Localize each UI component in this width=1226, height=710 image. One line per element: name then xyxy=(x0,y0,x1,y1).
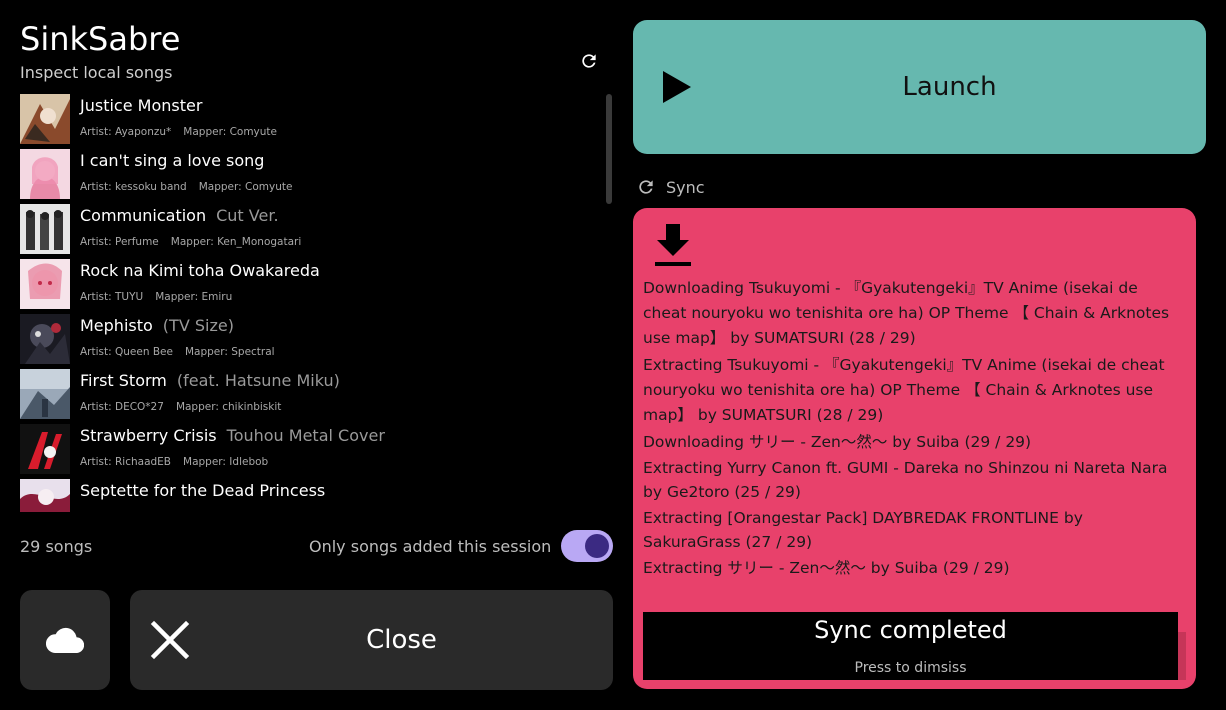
song-list-scrollbar[interactable] xyxy=(606,94,612,204)
song-row[interactable]: Rock na Kimi toha Owakareda Artist: TUYU… xyxy=(20,259,600,314)
song-cover xyxy=(20,149,70,199)
song-subtitle: Cut Ver. xyxy=(216,206,279,225)
song-meta: Artist: Ayaponzu* Mapper: Comyute xyxy=(80,126,277,138)
song-mapper: Mapper: chikinbiskit xyxy=(175,401,282,413)
sync-log: Downloading Tsukuyomi - 『Gyakutengeki』TV… xyxy=(643,276,1183,582)
log-entry: Extracting Yurry Canon ft. GUMI - Dareka… xyxy=(643,459,1168,501)
log-entry: Extracting サリー - Zen～然～ by Suiba (29 / 2… xyxy=(643,559,1010,577)
song-meta: Artist: kessoku band Mapper: Comyute xyxy=(80,181,292,193)
song-row[interactable]: I can't sing a love song Artist: kessoku… xyxy=(20,149,600,204)
song-meta: Artist: Perfume Mapper: Ken_Monogatari xyxy=(80,236,301,248)
cloud-button[interactable] xyxy=(20,590,110,690)
song-title: Mephisto (TV Size) xyxy=(80,316,234,335)
cloud-icon xyxy=(46,627,84,653)
song-mapper: Mapper: Comyute xyxy=(183,126,278,138)
download-icon xyxy=(655,224,691,266)
song-row[interactable]: Septette for the Dead Princess xyxy=(20,479,600,512)
launch-button[interactable]: Launch xyxy=(633,20,1206,154)
song-meta: Artist: RichaadEB Mapper: Idlebob xyxy=(80,456,268,468)
refresh-icon xyxy=(582,54,596,68)
song-cover xyxy=(20,369,70,419)
launch-button-label: Launch xyxy=(902,72,997,102)
song-mapper: Mapper: Idlebob xyxy=(183,456,269,468)
song-subtitle: (TV Size) xyxy=(162,316,234,335)
song-meta: Artist: DECO*27 Mapper: chikinbiskit xyxy=(80,401,281,413)
log-entry: Extracting Tsukuyomi - 『Gyakutengeki』TV … xyxy=(643,356,1165,424)
song-artist: Artist: RichaadEB xyxy=(80,456,172,468)
song-meta: Artist: TUYU Mapper: Emiru xyxy=(80,291,232,303)
log-entry: Downloading Tsukuyomi - 『Gyakutengeki』TV… xyxy=(643,279,1170,347)
sync-complete-toast[interactable]: Sync completed Press to dimsiss xyxy=(643,612,1178,680)
song-row[interactable]: Strawberry Crisis Touhou Metal Cover Arti… xyxy=(20,424,600,479)
song-title: Justice Monster xyxy=(80,96,203,115)
toast-shadow xyxy=(1178,632,1186,680)
app-title: SinkSabre xyxy=(20,20,181,58)
song-artist: Artist: TUYU xyxy=(80,291,144,303)
song-cover xyxy=(20,479,70,512)
song-artist: Artist: Queen Bee xyxy=(80,346,173,358)
song-cover xyxy=(20,94,70,144)
song-title: I can't sing a love song xyxy=(80,151,265,170)
song-title: Rock na Kimi toha Owakareda xyxy=(80,261,320,280)
sync-icon xyxy=(639,180,653,194)
song-row[interactable]: Communication Cut Ver. Artist: Perfume Map… xyxy=(20,204,600,259)
song-artist: Artist: Perfume xyxy=(80,236,159,248)
song-title: First Storm (feat. Hatsune Miku) xyxy=(80,371,340,390)
song-artist: Artist: kessoku band xyxy=(80,181,187,193)
close-button-label: Close xyxy=(366,625,437,655)
song-title: Communication Cut Ver. xyxy=(80,206,279,225)
log-entry: Downloading サリー - Zen～然～ by Suiba (29 / … xyxy=(643,433,1032,451)
song-row[interactable]: Mephisto (TV Size) Artist: Queen Bee Mappe… xyxy=(20,314,600,369)
sync-label: Sync xyxy=(666,177,705,197)
song-mapper: Mapper: Comyute xyxy=(198,181,293,193)
song-artist: Artist: Ayaponzu* xyxy=(80,126,172,138)
song-cover xyxy=(20,204,70,254)
song-artist: Artist: DECO*27 xyxy=(80,401,164,413)
song-mapper: Mapper: Emiru xyxy=(155,291,233,303)
refresh-songs-button[interactable] xyxy=(577,49,601,73)
song-title: Septette for the Dead Princess xyxy=(80,481,326,500)
sync-button[interactable]: Sync xyxy=(636,175,705,199)
song-mapper: Mapper: Spectral xyxy=(184,346,275,358)
song-cover xyxy=(20,424,70,474)
close-button[interactable]: Close xyxy=(130,590,613,690)
song-count: 29 songs xyxy=(20,537,93,556)
song-meta xyxy=(80,511,92,512)
song-subtitle: Touhou Metal Cover xyxy=(226,426,385,445)
log-entry: Extracting [Orangestar Pack] DAYBREDAK F… xyxy=(643,509,1083,551)
song-row[interactable]: First Storm (feat. Hatsune Miku) Artist: … xyxy=(20,369,600,424)
song-meta: Artist: Queen Bee Mapper: Spectral xyxy=(80,346,275,358)
song-mapper: Mapper: Ken_Monogatari xyxy=(170,236,302,248)
toast-title: Sync completed xyxy=(814,616,1007,644)
toggle-knob xyxy=(585,534,609,558)
song-subtitle: (feat. Hatsune Miku) xyxy=(176,371,340,390)
song-row[interactable]: Justice Monster Artist: Ayaponzu* Mapper:… xyxy=(20,94,600,149)
song-cover xyxy=(20,314,70,364)
session-filter-toggle[interactable] xyxy=(561,530,613,562)
toast-hint: Press to dimsiss xyxy=(854,660,967,676)
song-list[interactable]: Justice Monster Artist: Ayaponzu* Mapper:… xyxy=(20,94,600,512)
app-subtitle: Inspect local songs xyxy=(20,63,173,82)
song-title: Strawberry Crisis Touhou Metal Cover xyxy=(80,426,385,445)
song-cover xyxy=(20,259,70,309)
session-filter-label: Only songs added this session xyxy=(309,537,552,556)
